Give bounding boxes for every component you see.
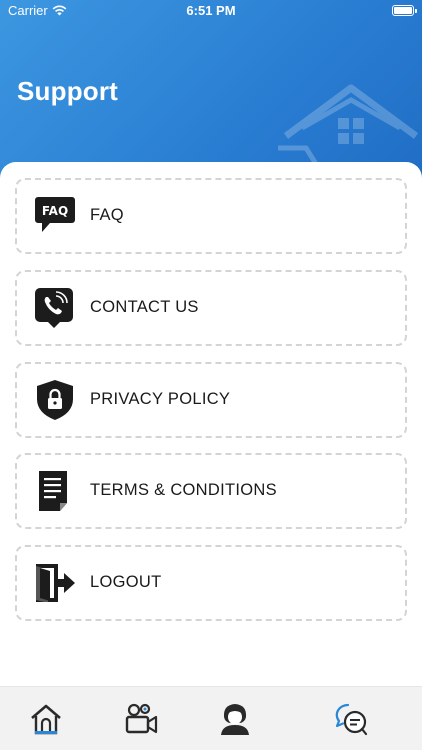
- menu-item-label: LOGOUT: [90, 573, 162, 591]
- menu-item-logout[interactable]: LOGOUT: [15, 545, 407, 621]
- support-menu-card: FAQ FAQ CONTACT US PRIVACY POLICY TERMS …: [0, 162, 422, 686]
- user-icon[interactable]: [218, 702, 252, 736]
- menu-item-label: FAQ: [90, 206, 124, 224]
- svg-text:FAQ: FAQ: [42, 204, 68, 218]
- video-camera-icon[interactable]: [124, 702, 158, 736]
- menu-item-terms-conditions[interactable]: TERMS & CONDITIONS: [15, 453, 407, 529]
- logout-door-icon: [36, 564, 75, 603]
- menu-item-privacy-policy[interactable]: PRIVACY POLICY: [15, 362, 407, 438]
- phone-bubble-icon: [35, 288, 73, 328]
- status-bar: Carrier 6:51 PM: [0, 0, 422, 22]
- menu-item-faq[interactable]: FAQ FAQ: [15, 178, 407, 254]
- document-icon: [39, 471, 67, 511]
- menu-item-label: CONTACT US: [90, 298, 199, 316]
- page-title: Support: [17, 76, 119, 106]
- menu-item-contact-us[interactable]: CONTACT US: [15, 270, 407, 346]
- bottom-tab-bar: [0, 686, 422, 750]
- battery-icon: [392, 5, 417, 16]
- shield-lock-icon: [37, 380, 73, 420]
- clock: 6:51 PM: [186, 3, 236, 18]
- support-chat-icon[interactable]: [334, 702, 368, 736]
- faq-bubble-icon: FAQ: [35, 197, 75, 232]
- menu-item-label: PRIVACY POLICY: [90, 390, 231, 408]
- home-icon[interactable]: [29, 702, 63, 736]
- menu-item-label: TERMS & CONDITIONS: [90, 481, 277, 499]
